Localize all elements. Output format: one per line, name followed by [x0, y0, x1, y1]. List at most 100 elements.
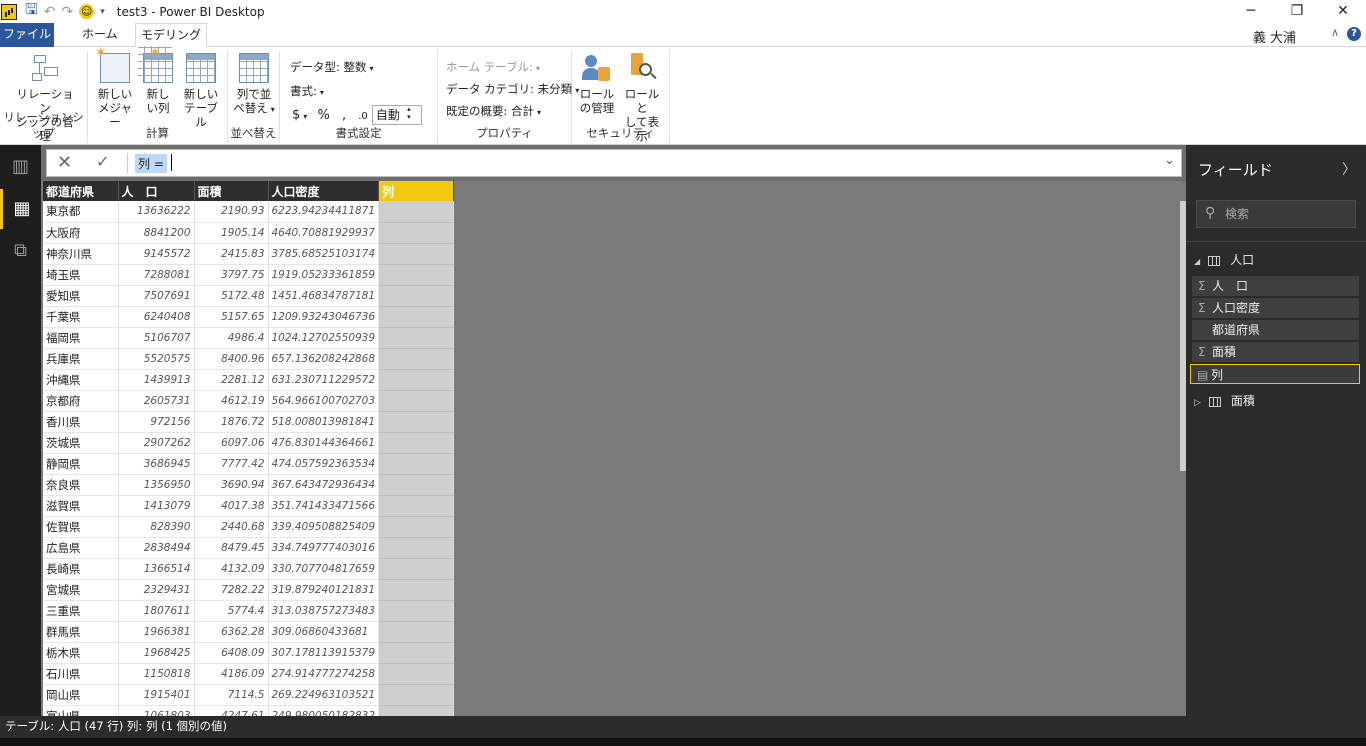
table-cell[interactable]: 249.980050182832: [268, 705, 380, 716]
table-cell[interactable]: 5172.48: [194, 285, 269, 307]
table-cell[interactable]: 石川県: [43, 663, 119, 685]
formula-text[interactable]: 列 =: [135, 154, 167, 173]
table-cell-empty[interactable]: [378, 243, 455, 265]
table-cell[interactable]: 岡山県: [43, 684, 119, 706]
field-table-area[interactable]: ▷ 面積: [1194, 392, 1255, 409]
commit-formula-icon[interactable]: ✓: [96, 152, 109, 171]
table-cell[interactable]: 埼玉県: [43, 264, 119, 286]
home-table-dropdown[interactable]: ホーム テーブル: ▾: [446, 59, 540, 75]
minimize-button[interactable]: ─: [1228, 0, 1274, 23]
relationships-view-icon[interactable]: ⧉: [0, 231, 41, 271]
collapse-ribbon-icon[interactable]: ∧: [1331, 26, 1339, 39]
table-cell-empty[interactable]: [378, 495, 455, 517]
field-item-column[interactable]: ▤ 列: [1190, 364, 1360, 384]
column-header[interactable]: 面積: [194, 181, 269, 201]
table-cell[interactable]: 5520575: [118, 348, 195, 370]
field-item-density[interactable]: Σ 人口密度: [1192, 298, 1359, 318]
table-cell[interactable]: 広島県: [43, 537, 119, 559]
table-cell-empty[interactable]: [378, 579, 455, 601]
table-cell[interactable]: 1807611: [118, 600, 195, 622]
table-cell[interactable]: 367.643472936434: [268, 474, 380, 496]
table-cell[interactable]: 6408.09: [194, 642, 269, 664]
table-cell[interactable]: 1209.93243046736: [268, 306, 380, 328]
table-cell[interactable]: 339.409508825409: [268, 516, 380, 538]
table-cell[interactable]: 13636222: [118, 201, 195, 223]
column-header[interactable]: 人口密度: [268, 181, 380, 201]
table-cell[interactable]: 828390: [118, 516, 195, 538]
manage-roles-button[interactable]: ロール の管理: [578, 53, 616, 115]
table-cell[interactable]: 313.038757273483: [268, 600, 380, 622]
table-cell[interactable]: 1150818: [118, 663, 195, 685]
table-cell[interactable]: 1413079: [118, 495, 195, 517]
table-cell[interactable]: 3690.94: [194, 474, 269, 496]
table-cell[interactable]: 1356950: [118, 474, 195, 496]
table-cell[interactable]: 長崎県: [43, 558, 119, 580]
field-table-people[interactable]: ◢ 人口: [1194, 251, 1254, 268]
save-icon[interactable]: 🖫: [25, 0, 38, 24]
table-cell[interactable]: 4612.19: [194, 390, 269, 412]
table-cell[interactable]: 330.707704817659: [268, 558, 380, 580]
table-cell-empty[interactable]: [378, 369, 455, 391]
table-cell[interactable]: 2838494: [118, 537, 195, 559]
table-cell[interactable]: 富山県: [43, 705, 119, 716]
table-cell[interactable]: 1919.05233361859: [268, 264, 380, 286]
column-header[interactable]: 列: [378, 181, 455, 201]
table-cell[interactable]: 269.224963103521: [268, 684, 380, 706]
fields-search-input[interactable]: [1225, 204, 1350, 224]
table-cell[interactable]: 6223.94234411871: [268, 201, 380, 223]
table-cell-empty[interactable]: [378, 621, 455, 643]
table-cell[interactable]: 3686945: [118, 453, 195, 475]
table-cell[interactable]: 7114.5: [194, 684, 269, 706]
table-cell-empty[interactable]: [378, 390, 455, 412]
table-cell[interactable]: 滋賀県: [43, 495, 119, 517]
feedback-smile-icon[interactable]: ☺: [79, 4, 95, 19]
table-cell[interactable]: 476.830144364661: [268, 432, 380, 454]
table-cell-empty[interactable]: [378, 222, 455, 244]
table-cell[interactable]: 7507691: [118, 285, 195, 307]
format-dropdown[interactable]: 書式: ▾: [290, 83, 324, 99]
table-cell[interactable]: 4132.09: [194, 558, 269, 580]
data-view-icon[interactable]: ▦: [0, 189, 41, 229]
table-cell[interactable]: 972156: [118, 411, 195, 433]
table-cell[interactable]: 大阪府: [43, 222, 119, 244]
table-cell-empty[interactable]: [378, 663, 455, 685]
table-cell-empty[interactable]: [378, 453, 455, 475]
table-cell-empty[interactable]: [378, 264, 455, 286]
table-cell[interactable]: 京都府: [43, 390, 119, 412]
table-cell[interactable]: 8841200: [118, 222, 195, 244]
table-cell[interactable]: 茨城県: [43, 432, 119, 454]
table-cell[interactable]: 1439913: [118, 369, 195, 391]
table-cell[interactable]: 564.966100702703: [268, 390, 380, 412]
data-type-dropdown[interactable]: データ型: 整数 ▾: [290, 59, 374, 75]
table-cell[interactable]: 274.914777274258: [268, 663, 380, 685]
table-cell[interactable]: 6240408: [118, 306, 195, 328]
undo-icon[interactable]: ↶: [44, 4, 56, 20]
tab-file[interactable]: ファイル: [0, 23, 54, 47]
table-cell[interactable]: 1061803: [118, 705, 195, 716]
default-summary-dropdown[interactable]: 既定の概要: 合計 ▾: [446, 103, 541, 119]
table-cell[interactable]: 3797.75: [194, 264, 269, 286]
table-cell[interactable]: 東京都: [43, 201, 119, 223]
table-cell[interactable]: 7777.42: [194, 453, 269, 475]
table-cell[interactable]: 2281.12: [194, 369, 269, 391]
table-cell-empty[interactable]: [378, 600, 455, 622]
table-cell-empty[interactable]: [378, 537, 455, 559]
table-cell[interactable]: 334.749777403016: [268, 537, 380, 559]
report-view-icon[interactable]: ▥: [0, 147, 41, 187]
table-cell-empty[interactable]: [378, 432, 455, 454]
new-table-button[interactable]: 新しい テーブル: [180, 53, 222, 129]
tab-home[interactable]: ホーム: [70, 23, 130, 47]
formula-bar[interactable]: ✕ ✓ 列 = ⌄: [46, 149, 1182, 177]
table-cell[interactable]: 8400.96: [194, 348, 269, 370]
table-cell[interactable]: 319.879240121831: [268, 579, 380, 601]
comma-button[interactable]: ,: [342, 108, 346, 123]
table-cell[interactable]: 2907262: [118, 432, 195, 454]
table-cell[interactable]: 1024.12702550939: [268, 327, 380, 349]
currency-button[interactable]: $: [292, 108, 300, 123]
data-category-dropdown[interactable]: データ カテゴリ: 未分類 ▾: [446, 81, 579, 97]
table-cell[interactable]: 2190.93: [194, 201, 269, 223]
table-cell[interactable]: 474.057592363534: [268, 453, 380, 475]
table-cell[interactable]: 奈良県: [43, 474, 119, 496]
table-cell[interactable]: 2605731: [118, 390, 195, 412]
table-cell-empty[interactable]: [378, 201, 455, 223]
